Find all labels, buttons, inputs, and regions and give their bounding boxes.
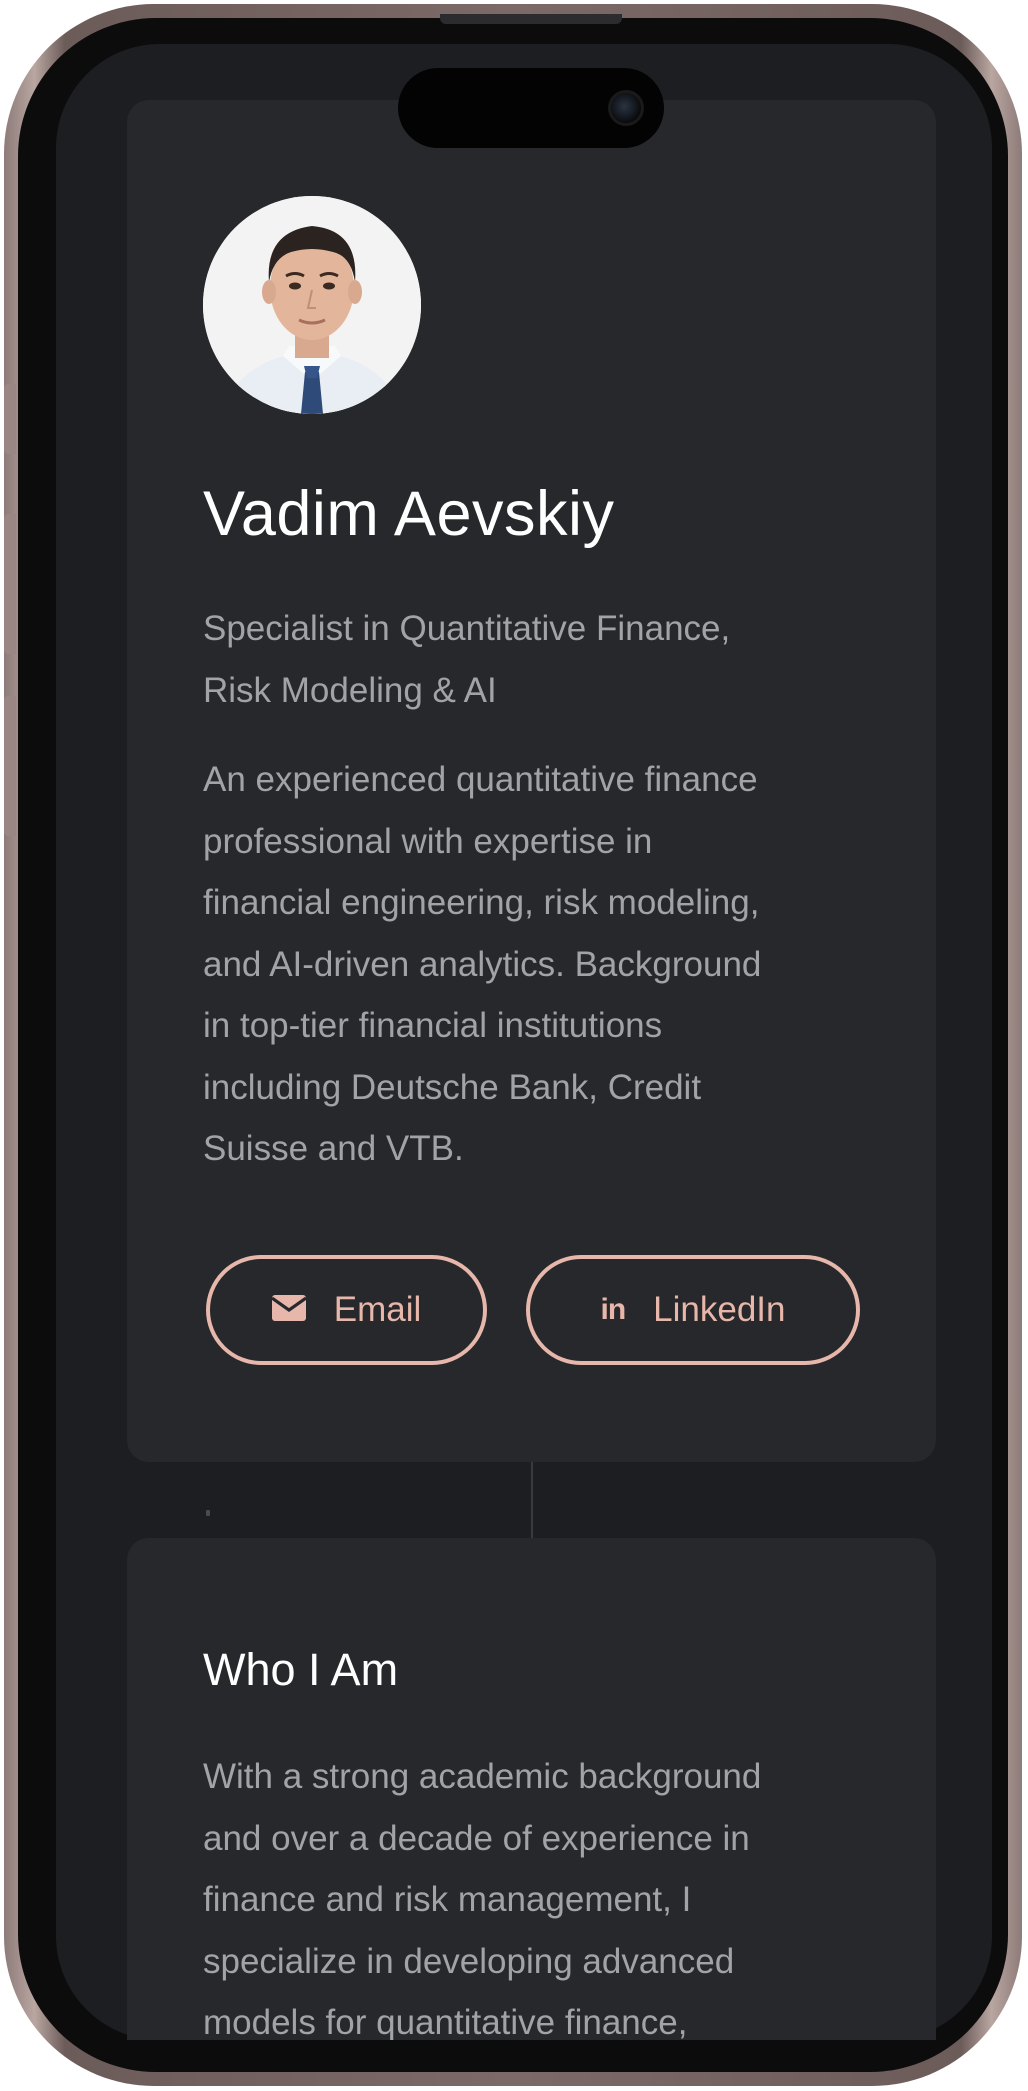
avatar-portrait-image: [203, 196, 421, 414]
tagline-line: Risk Modeling & AI: [203, 671, 497, 710]
envelope-icon: [270, 1290, 307, 1330]
section-heading-who-i-am: Who I Am: [203, 1644, 399, 1695]
bio-line: Suisse and VTB.: [203, 1129, 464, 1168]
camera-icon: [608, 90, 644, 126]
bio-line: in top-tier financial institutions: [203, 1006, 663, 1045]
avatar: [203, 196, 421, 414]
profile-bio: An experienced quantitative finance prof…: [203, 749, 863, 1180]
about-line: and over a decade of experience in: [203, 1818, 750, 1858]
email-button-label: Email: [333, 1290, 422, 1329]
about-line: specialize in developing advanced: [203, 1941, 735, 1981]
linkedin-icon: in: [600, 1293, 627, 1326]
bio-line: including Deutsche Bank, Credit: [203, 1067, 702, 1107]
bio-line: financial engineering, risk modeling,: [203, 883, 760, 922]
linkedin-button-label: LinkedIn: [653, 1290, 786, 1329]
about-line: With a strong academic background: [203, 1757, 762, 1796]
profile-tagline: Specialist in Quantitative Finance, Risk…: [203, 598, 843, 722]
timeline-dot: [206, 1510, 210, 1516]
tagline-line: Specialist in Quantitative Finance,: [203, 609, 731, 648]
profile-name: Vadim Aevskiy: [203, 479, 615, 549]
about-text: With a strong academic background and ov…: [203, 1746, 863, 2040]
bio-line: and AI-driven analytics. Background: [203, 944, 762, 984]
about-line: finance and risk management, I: [203, 1880, 692, 1919]
linkedin-button[interactable]: in LinkedIn: [526, 1255, 860, 1365]
email-button[interactable]: Email: [206, 1255, 487, 1365]
dynamic-island: [398, 68, 664, 148]
bio-line: An experienced quantitative finance: [203, 760, 758, 799]
bio-line: professional with expertise in: [203, 821, 653, 861]
timeline-divider: [531, 1462, 533, 1538]
about-line: models for quantitative finance,: [203, 2003, 688, 2040]
